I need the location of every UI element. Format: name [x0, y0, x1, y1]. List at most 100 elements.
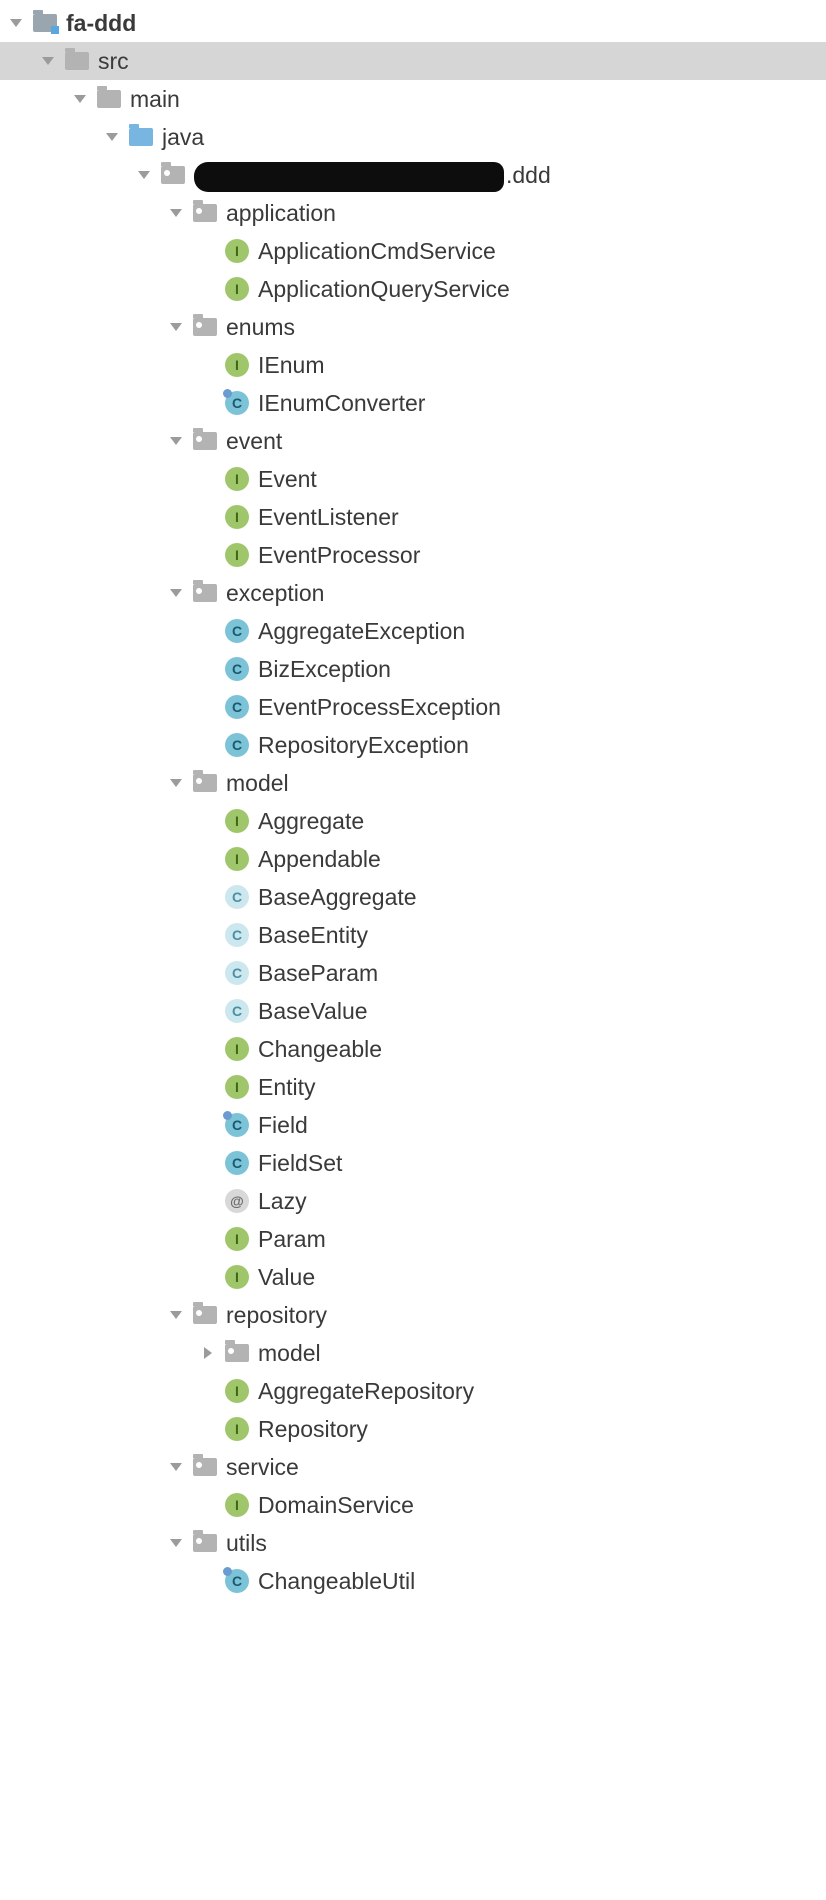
tree-row[interactable]: service [0, 1448, 826, 1486]
tree-row[interactable]: IParam [0, 1220, 826, 1258]
chevron-down-icon[interactable] [134, 165, 154, 185]
chevron-down-icon[interactable] [166, 1457, 186, 1477]
indent [6, 1163, 198, 1164]
indent [6, 289, 198, 290]
tree-row[interactable]: repository [0, 1296, 826, 1334]
tree-item-label: Appendable [258, 846, 381, 873]
chevron-down-icon[interactable] [6, 13, 26, 33]
tree-row[interactable]: IEventListener [0, 498, 826, 536]
tree-row[interactable]: utils [0, 1524, 826, 1562]
chevron-down-icon[interactable] [70, 89, 90, 109]
tree-row[interactable]: CBaseAggregate [0, 878, 826, 916]
tree-row[interactable]: CBaseEntity [0, 916, 826, 954]
source-folder-icon [128, 124, 154, 150]
tree-item-label: AggregateException [258, 618, 465, 645]
tree-row[interactable]: CBaseValue [0, 992, 826, 1030]
tree-row[interactable]: IEventProcessor [0, 536, 826, 574]
tree-row[interactable]: CChangeableUtil [0, 1562, 826, 1600]
tree-item-label: Aggregate [258, 808, 364, 835]
tree-row[interactable]: IChangeable [0, 1030, 826, 1068]
indent [6, 631, 198, 632]
package-icon [192, 200, 218, 226]
tree-row[interactable]: @Lazy [0, 1182, 826, 1220]
chevron-down-icon[interactable] [166, 317, 186, 337]
interface-icon: I [224, 1264, 250, 1290]
tree-item-label: java [162, 124, 204, 151]
indent [6, 707, 198, 708]
tree-item-label: FieldSet [258, 1150, 342, 1177]
tree-row[interactable]: src [0, 42, 826, 80]
tree-row[interactable]: model [0, 1334, 826, 1372]
indent [6, 821, 198, 822]
indent [6, 479, 198, 480]
tree-item-label: utils [226, 1530, 267, 1557]
indent [6, 1087, 198, 1088]
class-icon: C [224, 694, 250, 720]
indent [6, 1011, 198, 1012]
tree-row[interactable]: IApplicationCmdService [0, 232, 826, 270]
tree-row[interactable]: IRepository [0, 1410, 826, 1448]
tree-item-label: fa-ddd [66, 10, 136, 37]
tree-row[interactable]: IEntity [0, 1068, 826, 1106]
tree-row[interactable]: IApplicationQueryService [0, 270, 826, 308]
tree-row[interactable]: IAggregateRepository [0, 1372, 826, 1410]
tree-row[interactable]: fa-ddd [0, 4, 826, 42]
tree-item-label: event [226, 428, 282, 455]
tree-row[interactable]: IAggregate [0, 802, 826, 840]
tree-row[interactable]: enums [0, 308, 826, 346]
chevron-down-icon[interactable] [38, 51, 58, 71]
tree-row[interactable]: event [0, 422, 826, 460]
tree-row[interactable]: CField [0, 1106, 826, 1144]
tree-row[interactable]: application [0, 194, 826, 232]
interface-icon: I [224, 846, 250, 872]
indent [6, 61, 38, 62]
tree-row[interactable]: CFieldSet [0, 1144, 826, 1182]
chevron-down-icon[interactable] [166, 431, 186, 451]
tree-item-label: main [130, 86, 180, 113]
abstract-class-icon: C [224, 960, 250, 986]
indent [6, 213, 166, 214]
tree-row[interactable]: CAggregateException [0, 612, 826, 650]
project-tree[interactable]: fa-dddsrcmainjava.dddapplicationIApplica… [0, 0, 826, 1604]
package-icon [160, 162, 186, 188]
interface-icon: I [224, 542, 250, 568]
tree-row[interactable]: CEventProcessException [0, 688, 826, 726]
tree-row[interactable]: IDomainService [0, 1486, 826, 1524]
tree-row[interactable]: CIEnumConverter [0, 384, 826, 422]
interface-icon: I [224, 352, 250, 378]
indent [6, 1315, 166, 1316]
indent [6, 897, 198, 898]
tree-row[interactable]: CRepositoryException [0, 726, 826, 764]
package-icon [192, 580, 218, 606]
chevron-down-icon[interactable] [166, 203, 186, 223]
tree-row[interactable]: model [0, 764, 826, 802]
tree-row[interactable]: IValue [0, 1258, 826, 1296]
package-icon [192, 1454, 218, 1480]
chevron-right-icon[interactable] [198, 1343, 218, 1363]
tree-row[interactable]: IIEnum [0, 346, 826, 384]
tree-row[interactable]: CBizException [0, 650, 826, 688]
chevron-down-icon[interactable] [166, 1533, 186, 1553]
tree-item-label: IEnumConverter [258, 390, 425, 417]
tree-item-label: .ddd [506, 162, 551, 189]
indent [6, 1201, 198, 1202]
indent [6, 1543, 166, 1544]
chevron-down-icon[interactable] [166, 773, 186, 793]
indent [6, 175, 134, 176]
tree-row[interactable]: I Appendable [0, 840, 826, 878]
chevron-down-icon[interactable] [166, 583, 186, 603]
tree-row[interactable]: CBaseParam [0, 954, 826, 992]
tree-row[interactable]: java [0, 118, 826, 156]
indent [6, 1581, 198, 1582]
annotation-icon: @ [224, 1188, 250, 1214]
tree-row[interactable]: IEvent [0, 460, 826, 498]
tree-row[interactable]: main [0, 80, 826, 118]
class-icon: C [224, 1112, 250, 1138]
tree-item-label: Changeable [258, 1036, 382, 1063]
chevron-down-icon[interactable] [102, 127, 122, 147]
chevron-down-icon[interactable] [166, 1305, 186, 1325]
tree-row[interactable]: exception [0, 574, 826, 612]
tree-row[interactable]: .ddd [0, 156, 826, 194]
class-icon: C [224, 656, 250, 682]
tree-item-label: model [226, 770, 289, 797]
